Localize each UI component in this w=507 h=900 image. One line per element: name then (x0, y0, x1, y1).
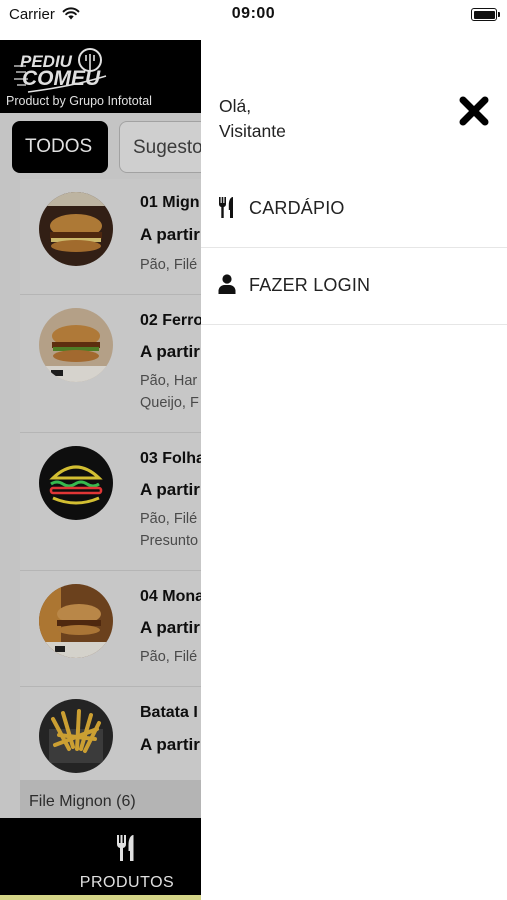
battery-icon (471, 8, 500, 21)
product-name: Batata I (140, 704, 198, 721)
product-price: A partir (140, 618, 200, 637)
category-section-header: File Mignon (6) (20, 780, 201, 820)
product-thumbnail (39, 308, 113, 382)
product-description-line: Pão, Filé (140, 511, 198, 527)
product-item[interactable]: 02 Ferro A partir Pão, Har Queijo, F (20, 295, 201, 433)
close-drawer-button[interactable] (457, 94, 491, 128)
product-description-line: Pão, Har (140, 373, 198, 389)
status-bar: Carrier 09:00 (0, 0, 507, 34)
product-name: 01 Mign (140, 194, 200, 211)
filter-chip-todos[interactable]: TODOS (12, 121, 108, 173)
close-icon (459, 96, 489, 126)
product-item[interactable]: Batata I A partir (20, 687, 201, 786)
product-thumbnail (39, 584, 113, 658)
logo-line2: COMEU (22, 67, 101, 90)
product-description: Pão, Filé (140, 257, 198, 273)
greeting-line1: Olá, (219, 96, 252, 116)
product-description: Pão, Har Queijo, F (140, 370, 199, 414)
fork-knife-icon (218, 197, 233, 218)
side-drawer: Olá, Visitante CARDÁPIO FAZER LOGIN (201, 34, 507, 900)
app-header: PEDIU COMEU Product by Grupo Infototal (0, 40, 201, 113)
product-item[interactable]: 04 Mona A partir Pão, Filé (20, 571, 201, 687)
filter-chip-sugestoes[interactable]: Sugesto (119, 121, 201, 173)
menu-item-label: CARDÁPIO (249, 198, 345, 218)
product-price: A partir (140, 735, 200, 754)
product-item[interactable]: 03 Folha A partir Pão, Filé Presunto (20, 433, 201, 571)
section-label: File Mignon (6) (29, 793, 136, 810)
product-price: A partir (140, 480, 200, 499)
logo-subtitle: Product by Grupo Infototal (6, 94, 152, 108)
bottom-tab-bar: PRODUTOS (0, 818, 201, 900)
product-description: Pão, Filé Presunto (140, 508, 198, 552)
product-description: Pão, Filé (140, 649, 198, 665)
greeting: Olá, Visitante (219, 94, 286, 144)
menu-item-fazer-login[interactable]: FAZER LOGIN (201, 248, 507, 325)
product-price: A partir (140, 225, 200, 244)
product-price: A partir (140, 342, 200, 361)
tab-indicator-strip (0, 895, 201, 900)
product-thumbnail (39, 446, 113, 520)
user-icon (218, 274, 236, 294)
product-name: 04 Mona (140, 588, 201, 605)
fork-knife-icon (116, 835, 134, 861)
product-item[interactable]: 01 Mign A partir Pão, Filé (20, 179, 201, 295)
tab-produtos[interactable]: PRODUTOS (0, 874, 201, 892)
logo-wordmark: PEDIU COMEU (20, 53, 101, 90)
menu-item-label: FAZER LOGIN (249, 275, 371, 295)
product-list: 01 Mign A partir Pão, Filé 02 Ferro A pa… (20, 179, 201, 786)
clock: 09:00 (231, 5, 276, 22)
product-name: 02 Ferro (140, 312, 201, 329)
products-screen: PEDIU COMEU Product by Grupo Infototal T… (0, 40, 201, 900)
product-description-line: Presunto (140, 533, 199, 549)
menu-item-cardapio[interactable]: CARDÁPIO (201, 171, 507, 248)
product-thumbnail (39, 192, 113, 266)
product-name: 03 Folha (140, 450, 201, 467)
category-filter-row: TODOS Sugesto (0, 113, 201, 179)
product-description-line: Queijo, F (140, 395, 199, 411)
product-thumbnail (39, 699, 113, 773)
greeting-line2: Visitante (219, 121, 286, 141)
